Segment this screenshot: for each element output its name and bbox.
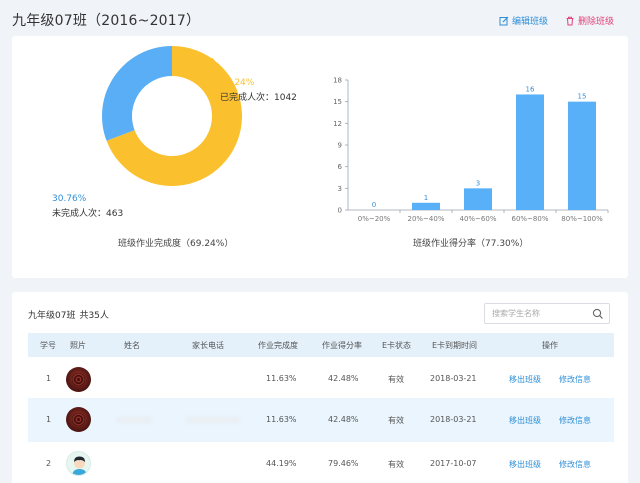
move-out-link[interactable]: 移出班级 <box>509 459 541 470</box>
column-header-card-expiry: E卡到期时间 <box>432 341 478 350</box>
score-chart-caption: 班级作业得分率（77.30%） <box>413 239 529 249</box>
column-header-card-status: E卡状态 <box>382 341 412 350</box>
column-header-score: 作业得分率 <box>322 341 362 350</box>
cell-card-expiry: 2018-03-21 <box>430 374 477 383</box>
table-row: 1 11.63% 42.48% 有效 2018-03-21 移出班级 修改信息 <box>28 357 614 402</box>
move-out-link[interactable]: 移出班级 <box>509 374 541 385</box>
x-tick-label: 40%~60% <box>460 215 497 223</box>
cell-student-id: 2 <box>46 459 52 468</box>
cell-completion: 44.19% <box>266 459 297 468</box>
cell-card-status: 有效 <box>388 375 404 384</box>
boy-avatar-icon <box>72 456 87 475</box>
cell-student-id: 1 <box>46 374 52 383</box>
table-row: 2 44.19% 79.46% 有效 2017-10-07 移出班级 修改信息 <box>28 442 614 483</box>
completed-count: 已完成人次：1042 <box>220 93 297 103</box>
search-icon[interactable] <box>592 308 604 320</box>
column-header-completion: 作业完成度 <box>258 341 298 350</box>
uncompleted-count: 未完成人次：463 <box>52 209 124 219</box>
bar-value-label: 0 <box>372 201 376 209</box>
y-tick-label: 6 <box>338 163 343 171</box>
class-summary: 九年级07班 共35人 <box>28 308 109 321</box>
column-header-parent-phone: 家长电话 <box>192 341 224 350</box>
uncompleted-percent: 30.76% <box>52 194 87 204</box>
table-row: 1 11.63% 42.48% 有效 2018-03-21 移出班级 修改信息 <box>28 398 614 442</box>
y-tick-label: 15 <box>333 98 342 106</box>
search-input[interactable] <box>485 309 589 318</box>
edit-class-button[interactable]: 编辑班级 <box>499 14 548 27</box>
y-tick-label: 0 <box>338 207 342 215</box>
x-tick-label: 20%~40% <box>408 215 445 223</box>
redacted-name <box>116 417 152 423</box>
completion-donut-chart <box>102 46 242 186</box>
cell-card-status: 有效 <box>388 416 404 425</box>
bar-2 <box>464 188 492 210</box>
edit-class-label: 编辑班级 <box>512 17 549 27</box>
class-name: 九年级07班 <box>28 311 76 321</box>
edit-info-link[interactable]: 修改信息 <box>559 415 591 426</box>
y-tick-label: 18 <box>333 77 342 85</box>
table-header: 学号 照片 姓名 家长电话 作业完成度 作业得分率 E卡状态 E卡到期时间 操作 <box>28 333 614 357</box>
column-header-name: 姓名 <box>124 341 140 350</box>
student-avatar <box>66 451 91 476</box>
student-avatar <box>66 407 91 432</box>
completed-percent: 69.24% <box>220 78 255 88</box>
bar-value-label: 16 <box>526 85 535 93</box>
cell-score: 42.48% <box>328 415 359 424</box>
x-tick-label: 80%~100% <box>561 215 603 223</box>
cell-completion: 11.63% <box>266 415 297 424</box>
bar-value-label: 1 <box>424 194 428 202</box>
x-tick-label: 0%~20% <box>358 215 391 223</box>
cell-completion: 11.63% <box>266 374 297 383</box>
column-header-photo: 照片 <box>70 341 86 350</box>
delete-class-button[interactable]: 删除班级 <box>565 14 614 27</box>
bar-1 <box>412 202 440 210</box>
student-avatar <box>66 367 91 392</box>
delete-class-label: 删除班级 <box>578 17 615 27</box>
bar-value-label: 15 <box>578 93 587 101</box>
y-tick-label: 12 <box>333 120 342 128</box>
bar-4 <box>568 101 596 210</box>
move-out-link[interactable]: 移出班级 <box>509 415 541 426</box>
bar-value-label: 3 <box>476 179 480 187</box>
cell-score: 42.48% <box>328 374 359 383</box>
column-header-actions: 操作 <box>542 341 558 350</box>
cell-score: 79.46% <box>328 459 359 468</box>
redacted-phone <box>186 417 240 423</box>
y-tick-label: 9 <box>338 142 342 150</box>
y-tick-label: 3 <box>338 185 342 193</box>
edit-icon <box>499 16 509 25</box>
donut-slice-uncompleted <box>102 46 172 141</box>
column-header-id: 学号 <box>40 341 56 350</box>
bar-3 <box>516 94 544 210</box>
cell-card-expiry: 2018-03-21 <box>430 415 477 424</box>
edit-info-link[interactable]: 修改信息 <box>559 459 591 470</box>
page-title: 九年级07班（2016~2017） <box>12 13 201 29</box>
student-count: 共35人 <box>79 311 109 321</box>
trash-icon <box>566 16 574 25</box>
cell-student-id: 1 <box>46 415 52 424</box>
cell-card-expiry: 2017-10-07 <box>430 459 477 468</box>
edit-info-link[interactable]: 修改信息 <box>559 374 591 385</box>
completion-chart-caption: 班级作业完成度（69.24%） <box>118 239 234 249</box>
score-bar-chart: 0 3 6 9 12 15 18 0 0%~20% 1 20%~40% 3 40%~60% 16 60%~8… <box>333 77 609 223</box>
search-box <box>484 303 610 324</box>
x-tick-label: 60%~80% <box>512 215 549 223</box>
cell-card-status: 有效 <box>388 460 404 469</box>
page-header: 九年级07班（2016~2017） 编辑班级 删除班级 <box>0 0 640 40</box>
